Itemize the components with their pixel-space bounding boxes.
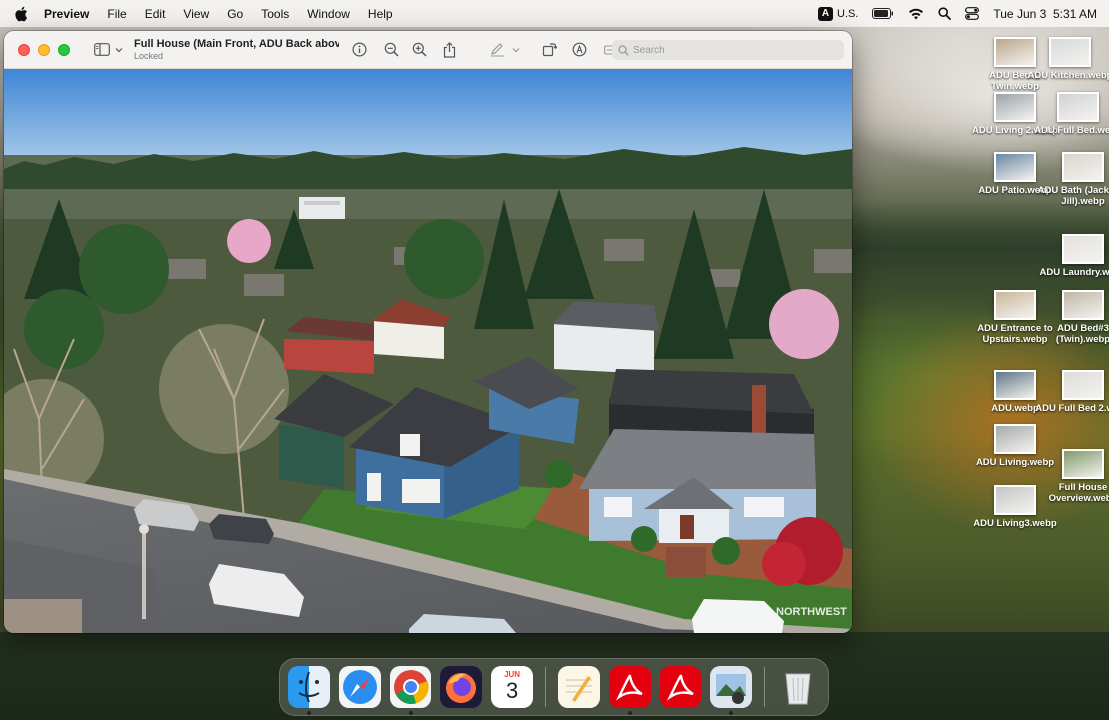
file-thumbnail-icon[interactable] <box>1049 37 1091 67</box>
file-thumbnail-icon[interactable] <box>994 424 1036 454</box>
aerial-house-photo: NORTHWEST <box>4 69 852 633</box>
annotate-icon[interactable] <box>569 40 589 60</box>
desktop-file[interactable]: ADU Full Bed 2.webp <box>1035 370 1109 414</box>
dock-safari-icon[interactable] <box>338 666 381 708</box>
file-thumbnail-icon[interactable] <box>1057 92 1099 122</box>
dock-trash-icon[interactable] <box>777 666 819 708</box>
desktop-file-label[interactable]: ADU Full Bed.webp <box>1030 125 1109 136</box>
dock-acrobat-reader-icon[interactable] <box>659 666 702 708</box>
file-thumbnail-icon[interactable] <box>994 370 1036 400</box>
desktop-file-label[interactable]: ADU Kitchen.webp <box>1022 70 1109 81</box>
calendar-day: 3 <box>505 678 519 703</box>
file-thumbnail-icon[interactable] <box>994 152 1036 182</box>
photo-watermark: NORTHWEST <box>776 606 847 618</box>
desktop-file-label[interactable]: ADU Bath (Jack and Jill).webp <box>1035 185 1109 207</box>
file-thumbnail-icon[interactable] <box>1062 290 1104 320</box>
menu-window[interactable]: Window <box>307 7 350 21</box>
keyboard-input-icon[interactable]: A <box>817 6 833 21</box>
zoom-button[interactable] <box>58 43 70 56</box>
desktop-file[interactable]: ADU Laundry.webp <box>1035 234 1109 278</box>
desktop-file[interactable]: ADU Living3.webp <box>967 485 1063 529</box>
desktop-file[interactable]: ADU Full Bed.webp <box>1030 92 1109 136</box>
share-icon[interactable] <box>439 40 459 60</box>
wifi-icon[interactable] <box>908 8 924 20</box>
desktop-file[interactable]: ADU Kitchen.webp <box>1022 37 1109 81</box>
file-thumbnail-icon[interactable] <box>1062 234 1104 264</box>
file-thumbnail-icon[interactable] <box>1062 152 1104 182</box>
dock-acrobat-icon[interactable] <box>608 666 651 715</box>
status-area: A U.S. Tue Jun 3 5:31 AM <box>804 6 1097 21</box>
menu-edit[interactable]: Edit <box>145 7 166 21</box>
desktop-file-label[interactable]: ADU Laundry.webp <box>1035 267 1109 278</box>
running-indicator <box>408 711 413 715</box>
search-field[interactable] <box>612 40 844 60</box>
search-icon <box>618 44 629 56</box>
close-button[interactable] <box>18 43 30 56</box>
toolbar <box>339 40 623 60</box>
dock-firefox-icon[interactable] <box>440 666 483 708</box>
window-titlebar[interactable]: Full House (Main Front, ADU Back above..… <box>4 31 852 69</box>
dock-chrome-icon[interactable] <box>389 666 432 715</box>
desktop-file[interactable]: ADU Bath (Jack and Jill).webp <box>1035 152 1109 207</box>
file-thumbnail-icon[interactable] <box>1062 370 1104 400</box>
file-thumbnail-icon[interactable] <box>1062 449 1104 479</box>
chevron-down-icon[interactable] <box>511 40 521 60</box>
running-indicator <box>307 711 311 715</box>
menu-help[interactable]: Help <box>368 7 393 21</box>
menu-go[interactable]: Go <box>227 7 243 21</box>
info-icon[interactable] <box>349 40 369 60</box>
input-source-label[interactable]: U.S. <box>837 8 858 20</box>
document-locked-status: Locked <box>134 50 164 61</box>
dock-separator <box>544 667 546 707</box>
zoom-in-icon[interactable] <box>409 40 429 60</box>
traffic-lights <box>18 43 70 56</box>
dock: JUN 3 <box>279 658 829 716</box>
desktop-file[interactable]: ADU Bed#3 (Twin).webp <box>1035 290 1109 345</box>
battery-icon[interactable] <box>872 8 894 19</box>
clock-datetime[interactable]: Tue Jun 3 5:31 AM <box>993 7 1097 21</box>
spotlight-search-icon[interactable] <box>938 7 952 20</box>
menu-file[interactable]: File <box>107 7 126 21</box>
apple-icon[interactable] <box>14 6 28 22</box>
file-thumbnail-icon[interactable] <box>994 485 1036 515</box>
running-indicator <box>729 711 734 715</box>
menu-bar: Preview File Edit View Go Tools Window H… <box>0 0 1109 27</box>
running-indicator <box>627 711 632 715</box>
preview-window: Full House (Main Front, ADU Back above..… <box>4 31 852 633</box>
file-thumbnail-icon[interactable] <box>994 290 1036 320</box>
dock-textedit-icon[interactable] <box>557 666 600 708</box>
dock-preview-icon[interactable] <box>710 666 753 715</box>
chevron-down-icon[interactable] <box>114 40 124 60</box>
dock-calendar-icon[interactable]: JUN 3 <box>491 666 533 708</box>
markup-pen-icon[interactable] <box>487 40 507 60</box>
desktop-file-label[interactable]: ADU Full Bed 2.webp <box>1035 403 1109 414</box>
desktop-file-label[interactable]: ADU Living3.webp <box>967 518 1063 529</box>
menu-view[interactable]: View <box>183 7 209 21</box>
search-input[interactable] <box>633 44 823 56</box>
menu-tools[interactable]: Tools <box>261 7 289 21</box>
minimize-button[interactable] <box>38 43 50 56</box>
rotate-icon[interactable] <box>539 40 559 60</box>
dock-separator <box>764 667 766 707</box>
sidebar-icon[interactable] <box>92 40 112 60</box>
control-center-icon[interactable] <box>965 7 980 20</box>
dock-finder-icon[interactable] <box>288 666 330 715</box>
menu-app-name[interactable]: Preview <box>44 7 89 21</box>
zoom-out-icon[interactable] <box>381 40 401 60</box>
document-title: Full House (Main Front, ADU Back above..… <box>134 37 339 50</box>
desktop-file-label[interactable]: ADU Bed#3 (Twin).webp <box>1035 323 1109 345</box>
document-title-block[interactable]: Full House (Main Front, ADU Back above..… <box>134 38 339 62</box>
